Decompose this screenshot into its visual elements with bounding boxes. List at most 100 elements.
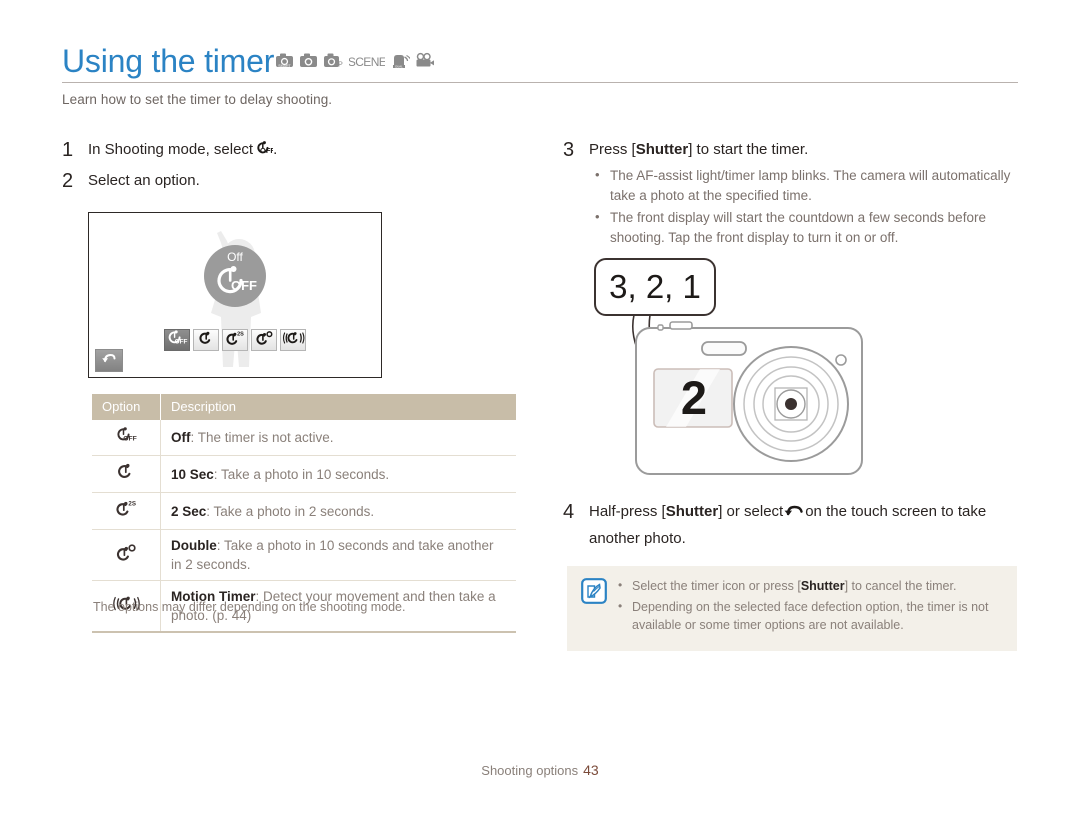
list-item: Select the timer icon or press [Shutter]… [617, 576, 1003, 595]
table-header-row: Option Description [92, 394, 516, 420]
step-3: 3 Press [Shutter] to start the timer. [563, 138, 1018, 162]
timer-double-icon [255, 330, 274, 351]
svg-text:OFF: OFF [175, 338, 188, 345]
table-footnote: The options may differ depending on the … [93, 600, 406, 614]
timer-off-icon: OFF [213, 265, 257, 300]
option-description: : The timer is not active. [190, 430, 334, 445]
timer-2sec-icon: 2S [114, 500, 138, 521]
front-display-countdown: 2 [681, 371, 707, 424]
option-name: 10 Sec [171, 466, 214, 482]
timer-10sec-icon [116, 463, 136, 484]
back-arrow-icon [101, 351, 118, 371]
step-4-text: Half-press [Shutter] or select on the to… [589, 500, 1021, 551]
camera-front-illustration: 3, 2, 1 2 [594, 258, 863, 475]
step-3-shutter-label: Shutter [635, 141, 689, 158]
step-1: 1 In Shooting mode, select OFF . [62, 138, 517, 165]
note-item-0-post: ] to cancel the timer. [844, 579, 957, 593]
timer-option-double-button[interactable] [251, 329, 277, 351]
step-4: 4 Half-press [Shutter] or select on the … [563, 500, 1021, 551]
step-1-text-before: In Shooting mode, select [88, 141, 254, 158]
selected-option-bubble: Off OFF [204, 245, 266, 307]
table-row: 10 Sec: Take a photo in 10 seconds. [92, 455, 516, 493]
manual-page: Using the timer SMART P SCENE DUAL Learn… [0, 0, 1080, 815]
timer-off-icon: OFF [114, 427, 138, 447]
smart-auto-icon: SMART [275, 52, 294, 74]
step-4-wrap: 4 Half-press [Shutter] or select on the … [563, 500, 1021, 555]
page-title: Using the timer [62, 43, 275, 79]
timer-motion-icon [282, 330, 305, 351]
step-2-text: Select an option. [88, 172, 200, 189]
option-description: : Take a photo in 10 seconds and take an… [171, 538, 494, 572]
timer-option-10sec-button[interactable] [193, 329, 219, 351]
page-number: 43 [583, 762, 599, 778]
program-mode-icon: P [323, 52, 344, 74]
step-2-number: 2 [62, 170, 74, 192]
table-row: 2S 2 Sec: Take a photo in 2 seconds. [92, 492, 516, 530]
page-footer: Shooting options 43 [0, 762, 1080, 778]
list-item: Depending on the selected face defection… [617, 597, 1003, 634]
svg-text:SMART: SMART [278, 64, 291, 68]
note-item-0-bold: Shutter [800, 579, 845, 593]
table-cell-icon: 2S [92, 492, 161, 530]
option-description: : Take a photo in 2 seconds. [206, 503, 375, 519]
table-header-option: Option [92, 394, 161, 420]
option-name: 2 Sec [171, 503, 207, 519]
camera-auto-icon [299, 52, 318, 74]
timer-off-icon: OFF [166, 329, 188, 351]
timer-2sec-icon: 2S [225, 330, 245, 351]
camera-screen-illustration: Off OFF OFF 2S [88, 212, 382, 378]
touch-shutter-icon [783, 503, 805, 527]
list-item: The front display will start the countdo… [593, 207, 1018, 247]
note-pen-icon [581, 578, 607, 604]
option-description: : Take a photo in 10 seconds. [213, 466, 390, 482]
timer-option-off-button[interactable]: OFF [164, 329, 190, 351]
step-1-number: 1 [62, 139, 74, 161]
svg-text:SCENE: SCENE [349, 55, 385, 69]
camera-screen: Off OFF OFF 2S [88, 212, 382, 378]
list-item: The AF-assist light/timer lamp blinks. T… [593, 165, 1018, 205]
countdown-callout-text: 3, 2, 1 [609, 268, 701, 305]
step-3-number: 3 [563, 139, 575, 161]
svg-text:P: P [338, 62, 343, 69]
timer-option-motion-button[interactable] [280, 329, 306, 351]
step-4-number: 4 [563, 501, 575, 523]
step-3-text-post: ] to start the timer. [688, 141, 809, 158]
table-cell-icon [92, 529, 161, 581]
movie-mode-icon [415, 52, 435, 74]
step-4-text-mid: ] or select [718, 503, 784, 520]
page-subtitle: Learn how to set the timer to delay shoo… [62, 92, 333, 107]
timer-option-toolbar[interactable]: OFF 2S [164, 329, 306, 351]
step-3-text-pre: Press [ [589, 141, 636, 158]
step-3-text: Press [Shutter] to start the timer. [589, 138, 1018, 162]
back-arrow-button[interactable] [95, 349, 123, 372]
table-cell-icon [92, 455, 161, 493]
svg-text:OFF: OFF [260, 146, 273, 155]
svg-text:2S: 2S [237, 331, 244, 337]
timer-off-icon: OFF [253, 139, 276, 165]
step-1-text-after: . [273, 141, 278, 158]
mode-icon-group: SMART P SCENE DUAL [275, 52, 435, 78]
scene-mode-icon: SCENE [348, 52, 388, 74]
left-column: 1 In Shooting mode, select OFF . 2 Selec… [62, 138, 517, 197]
step-4-text-pre: Half-press [ [589, 503, 666, 520]
timer-option-2sec-button[interactable]: 2S [222, 329, 248, 351]
footer-section-label: Shooting options [481, 763, 579, 778]
table-cell-description: Off: The timer is not active. [160, 420, 516, 456]
table-row: OFF Off: The timer is not active. [92, 420, 516, 456]
table-header-description: Description [160, 394, 516, 420]
table-cell-icon: OFF [92, 420, 161, 456]
title-divider [62, 82, 1018, 83]
note-list: Select the timer icon or press [Shutter]… [617, 576, 1003, 637]
timer-options-table: Option Description OFF Off: The timer is… [92, 394, 516, 633]
step-2: 2 Select an option. [62, 169, 517, 193]
dual-is-icon: DUAL [390, 52, 412, 74]
page-header: Using the timer SMART P SCENE DUAL Learn… [62, 44, 1018, 107]
table-cell-description: 10 Sec: Take a photo in 10 seconds. [160, 455, 516, 493]
table-row: Double: Take a photo in 10 seconds and t… [92, 529, 516, 581]
table-cell-description: 2 Sec: Take a photo in 2 seconds. [160, 492, 516, 530]
table-cell-description: Double: Take a photo in 10 seconds and t… [160, 529, 516, 581]
svg-text:OFF: OFF [231, 278, 257, 293]
timer-10sec-icon [198, 330, 215, 351]
note-item-0-pre: Select the timer icon or press [ [632, 579, 801, 593]
bubble-label: Off [227, 250, 243, 264]
